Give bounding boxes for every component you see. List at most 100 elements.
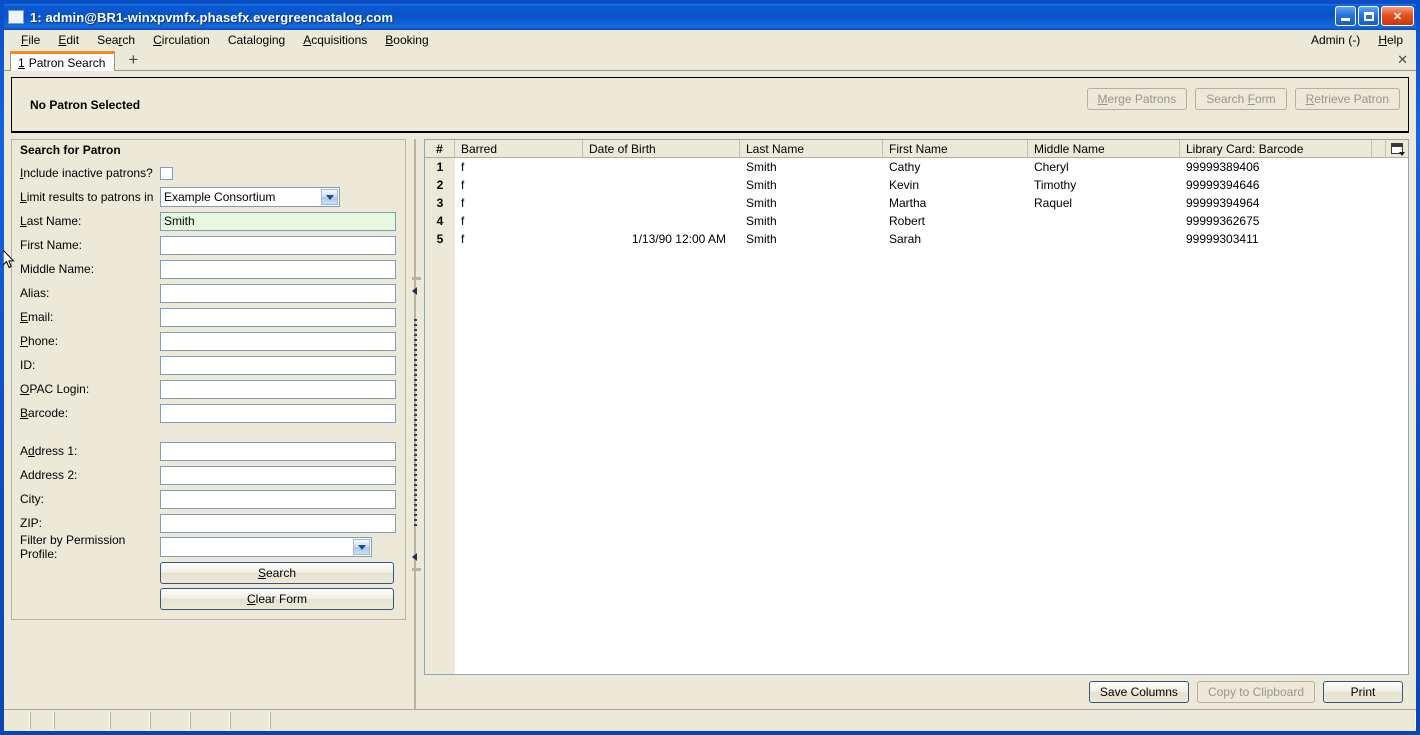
first-name-label: First Name: [20,238,83,252]
retrieve-patron-button[interactable]: Retrieve Patron [1294,88,1400,110]
cell-num: 2 [425,176,455,194]
cell-barcode: 99999389406 [1186,160,1260,174]
opac-login-input[interactable] [160,379,396,399]
column-header-num[interactable]: # [425,140,455,157]
cell-filler [1372,194,1408,212]
splitter-track [412,139,421,709]
cell-barred: f [461,160,465,174]
merge-patrons-button[interactable]: Merge Patrons [1086,88,1188,110]
table-row[interactable]: 1 f Smith Cathy Cheryl 99999389406 [425,158,1408,176]
cell-last_name: Smith [746,196,777,210]
permission-profile-label: Filter by Permission Profile: [20,533,126,561]
close-button[interactable]: ✕ [1381,6,1414,26]
row-barcode: Barcode: [20,401,397,425]
column-header-barred[interactable]: Barred [455,140,583,157]
menu-admin[interactable]: Admin (-) [1302,32,1369,48]
phone-input[interactable] [160,331,396,351]
column-header-last_name[interactable]: Last Name [740,140,883,157]
collapse-left-arrow-icon-2[interactable] [412,552,417,561]
cell-last_name: Smith [746,232,777,246]
copy-to-clipboard-button[interactable]: Copy to Clipboard [1196,681,1315,703]
cell-barred: f [461,232,465,246]
cell-dob: 1/13/90 12:00 AM [631,232,726,246]
cell-last_name: Smith [746,214,777,228]
barcode-input[interactable] [160,403,396,423]
pane-splitter[interactable] [406,139,424,709]
table-row[interactable]: 2 f Smith Kevin Timothy 99999394646 [425,176,1408,194]
row-email: Email: [20,305,397,329]
search-button[interactable]: Search [160,562,394,584]
table-row[interactable]: 5 f 1/13/90 12:00 AM Smith Sarah 99999303411 [425,230,1408,248]
status-bar [4,709,1416,731]
phone-label: Phone: [20,334,59,348]
tab-patron-search[interactable]: 1 Patron Search [10,51,116,71]
menu-help[interactable]: Help [1369,32,1412,48]
split-panes: Search for Patron Include inactive patro… [11,133,1409,709]
save-columns-button[interactable]: Save Columns [1088,681,1189,703]
search-for-patron-fieldset: Search for Patron Include inactive patro… [11,139,406,620]
cell-first_name: Robert [889,214,926,228]
email-input[interactable] [160,307,396,327]
cell-barcode: 99999394646 [1186,178,1260,192]
results-table: # Barred Date of Birth Last Name First Name M… [424,139,1409,675]
table-row[interactable]: 3 f Smith Martha Raquel 99999394964 [425,194,1408,212]
menu-booking[interactable]: Booking [376,32,437,48]
include-inactive-label: Include inactive patrons? [20,166,153,180]
limit-results-select[interactable]: Example Consortium [160,187,340,207]
permission-profile-select[interactable] [160,537,372,557]
close-tab-icon[interactable]: ✕ [1397,52,1408,68]
id-input[interactable] [160,355,396,375]
cell-middle_name: Raquel [1034,196,1073,210]
maximize-button[interactable] [1358,6,1379,26]
cell-filler [1372,230,1408,248]
column-header-dob[interactable]: Date of Birth [583,140,740,157]
results-table-footer: Save Columns Copy to Clipboard Print [424,675,1409,709]
address-1-input[interactable] [160,441,396,461]
zip-input[interactable] [160,513,396,533]
title-bar: 1: admin@BR1-winxpvmfx.phasefx.evergreen… [4,4,1416,30]
menu-bar-right: Admin (-) Help [1302,32,1412,48]
menu-cataloging[interactable]: Cataloging [219,32,294,48]
menu-search[interactable]: Search [88,32,144,48]
row-address-2: Address 2: [20,463,397,487]
column-header-first_name[interactable]: First Name [883,140,1028,157]
menu-file[interactable]: File [12,32,49,48]
column-header-middle_name[interactable]: Middle Name [1028,140,1180,157]
cell-middle_name: Cheryl [1034,160,1069,174]
collapse-left-arrow-icon[interactable] [412,287,417,296]
status-cell-1 [6,712,30,729]
row-number-gutter [425,248,455,674]
cell-first_name: Cathy [889,160,921,174]
cell-first_name: Martha [889,196,927,210]
row-address-1: Address 1: [20,439,397,463]
print-button[interactable]: Print [1323,681,1403,703]
alias-input[interactable] [160,283,396,303]
cell-filler [1372,176,1408,194]
address-2-input[interactable] [160,465,396,485]
include-inactive-checkbox[interactable] [160,166,173,180]
last-name-input[interactable] [160,211,396,231]
tab-label: Patron Search [28,55,106,70]
table-row[interactable]: 4 f Smith Robert 99999362675 [425,212,1408,230]
city-input[interactable] [160,489,396,509]
menu-edit[interactable]: Edit [49,32,88,48]
splitter-grip[interactable] [414,319,417,529]
menu-acquisitions[interactable]: Acquisitions [294,32,376,48]
row-alias: Alias: [20,281,397,305]
first-name-input[interactable] [160,235,396,255]
row-opac-login: OPAC Login: [20,377,397,401]
search-form-button[interactable]: Search Form [1195,88,1287,110]
menu-circulation[interactable]: Circulation [144,32,219,48]
row-city: City: [20,487,397,511]
city-label: City: [20,492,44,506]
menu-bar: File Edit Search Circulation Cataloging … [4,30,1416,50]
column-header-barcode[interactable]: Library Card: Barcode [1180,140,1372,157]
results-pane: # Barred Date of Birth Last Name First Name M… [424,139,1409,709]
new-tab-button[interactable]: + [123,51,143,70]
clear-form-button[interactable]: Clear Form [160,588,394,610]
row-include-inactive: Include inactive patrons? [20,161,397,185]
minimize-button[interactable] [1335,6,1356,26]
column-picker-button[interactable] [1386,140,1408,157]
middle-name-input[interactable] [160,259,396,279]
cell-barcode: 99999394964 [1186,196,1260,210]
